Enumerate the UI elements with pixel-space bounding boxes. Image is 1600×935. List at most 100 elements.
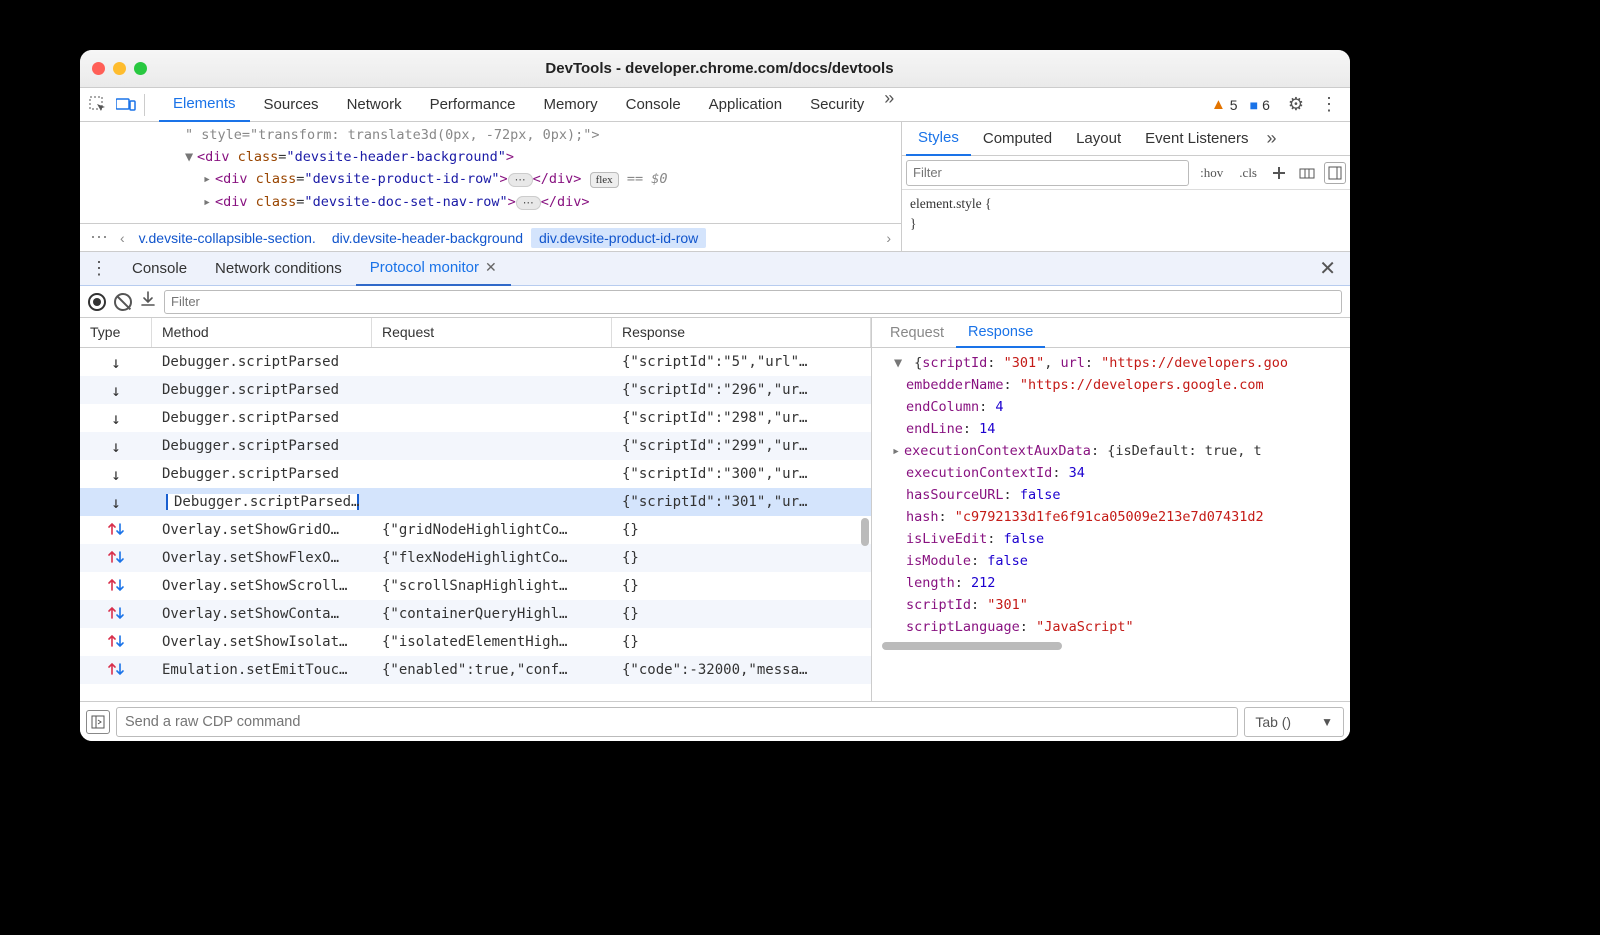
table-header: Type Method Request Response <box>80 318 871 348</box>
col-method[interactable]: Method <box>152 318 372 347</box>
settings-icon[interactable]: ⚙ <box>1282 94 1310 115</box>
traffic-lights <box>92 62 147 75</box>
details-tab-request[interactable]: Request <box>878 318 956 348</box>
received-icon: ↓ <box>111 381 121 400</box>
inspect-element-icon[interactable] <box>86 93 110 117</box>
details-tab-response[interactable]: Response <box>956 318 1045 348</box>
horizontal-scrollbar[interactable] <box>882 642 1062 650</box>
flex-badge[interactable]: flex <box>590 172 619 188</box>
protocol-filter-input[interactable] <box>164 290 1342 314</box>
tab-elements[interactable]: Elements <box>159 88 250 122</box>
close-drawer-icon[interactable]: ✕ <box>1305 256 1350 281</box>
tab-performance[interactable]: Performance <box>416 88 530 122</box>
dom-disclosure-icon[interactable]: ▸ <box>203 191 215 213</box>
styles-overflow-icon[interactable]: » <box>1261 128 1283 149</box>
table-row[interactable]: ↓Debugger.scriptParsed{"scriptId":"299",… <box>80 432 871 460</box>
tab-sources[interactable]: Sources <box>250 88 333 122</box>
sent-received-icon <box>107 521 125 539</box>
received-icon: ↓ <box>111 409 121 428</box>
styles-tabs: Styles Computed Layout Event Listeners » <box>902 122 1350 156</box>
table-row[interactable]: Overlay.setShowConta…{"containerQueryHig… <box>80 600 871 628</box>
table-row[interactable]: Overlay.setShowGridO…{"gridNodeHighlight… <box>80 516 871 544</box>
minimize-window-button[interactable] <box>113 62 126 75</box>
styles-tab-computed[interactable]: Computed <box>971 122 1064 156</box>
message-details-panel: Request Response ▼ {scriptId: "301", url… <box>872 318 1350 701</box>
close-window-button[interactable] <box>92 62 105 75</box>
dom-disclosure-icon[interactable]: ▸ <box>203 168 215 190</box>
scroll-left-icon[interactable]: ‹ <box>114 230 131 246</box>
breadcrumb-product-id-row[interactable]: div.devsite-product-id-row <box>531 228 706 248</box>
warnings-badge[interactable]: ▲ 5 <box>1211 96 1238 113</box>
drawer-tab-network-conditions[interactable]: Network conditions <box>201 252 356 286</box>
record-button[interactable] <box>88 293 106 311</box>
table-row[interactable]: Overlay.setShowScroll…{"scrollSnapHighli… <box>80 572 871 600</box>
received-icon: ↓ <box>111 437 121 456</box>
breadcrumb: ⋯ ‹ v.devsite-collapsible-section. div.d… <box>80 223 901 251</box>
expand-icon[interactable]: ▼ <box>894 352 906 374</box>
col-type[interactable]: Type <box>80 318 152 347</box>
device-mode-icon[interactable] <box>114 93 138 117</box>
table-row[interactable]: ↓Debugger.scriptParsed{"scriptId":"300",… <box>80 460 871 488</box>
clear-button[interactable] <box>114 293 132 311</box>
drawer-menu-icon[interactable]: ⋮ <box>80 258 118 279</box>
main-toolbar: Elements Sources Network Performance Mem… <box>80 88 1350 122</box>
received-icon: ↓ <box>111 353 121 372</box>
tab-console[interactable]: Console <box>612 88 695 122</box>
elements-panel: " style="transform: translate3d(0px, -72… <box>80 122 902 251</box>
styles-filter-input[interactable] <box>906 160 1189 186</box>
scrollbar-thumb[interactable] <box>861 518 869 546</box>
tab-security[interactable]: Security <box>796 88 878 122</box>
col-response[interactable]: Response <box>612 318 871 347</box>
tab-application[interactable]: Application <box>695 88 796 122</box>
received-icon: ↓ <box>111 493 121 512</box>
table-row[interactable]: Emulation.setEmitTouc…{"enabled":true,"c… <box>80 656 871 684</box>
tab-network[interactable]: Network <box>333 88 416 122</box>
close-tab-icon[interactable]: ✕ <box>485 259 497 276</box>
maximize-window-button[interactable] <box>134 62 147 75</box>
table-row[interactable]: ↓Debugger.scriptParsed{"scriptId":"296",… <box>80 376 871 404</box>
issues-badge[interactable]: ■ 6 <box>1250 97 1270 113</box>
drawer-tab-console[interactable]: Console <box>118 252 201 286</box>
rule-close: } <box>910 214 1342 234</box>
computed-sidebar-icon[interactable] <box>1324 162 1346 184</box>
cdp-command-input[interactable] <box>116 707 1238 737</box>
sent-received-icon <box>107 661 125 679</box>
dom-tree[interactable]: " style="transform: translate3d(0px, -72… <box>80 122 901 223</box>
hov-button[interactable]: :hov <box>1195 165 1228 181</box>
tab-memory[interactable]: Memory <box>529 88 611 122</box>
expand-icon[interactable]: ▸ <box>892 440 904 462</box>
table-row[interactable]: ↓Debugger.scriptParsed{"scriptId":"301",… <box>80 488 871 516</box>
breadcrumb-header-background[interactable]: div.devsite-header-background <box>324 228 531 248</box>
table-row[interactable]: ↓Debugger.scriptParsed{"scriptId":"298",… <box>80 404 871 432</box>
sent-received-icon <box>107 633 125 651</box>
table-row[interactable]: Overlay.setShowIsolat…{"isolatedElementH… <box>80 628 871 656</box>
chevron-down-icon: ▼ <box>1321 715 1333 729</box>
styles-tab-layout[interactable]: Layout <box>1064 122 1133 156</box>
expand-ellipsis-icon[interactable]: ⋯ <box>508 173 533 187</box>
flex-editor-icon[interactable] <box>1296 162 1318 184</box>
warnings-count: 5 <box>1230 97 1238 113</box>
expand-ellipsis-icon[interactable]: ⋯ <box>516 196 541 210</box>
tabs-overflow-icon[interactable]: » <box>878 88 900 122</box>
new-style-rule-icon[interactable] <box>1268 162 1290 184</box>
drawer-tab-protocol-monitor[interactable]: Protocol monitor ✕ <box>356 252 511 286</box>
main-tabs: Elements Sources Network Performance Mem… <box>159 88 900 122</box>
save-button[interactable] <box>140 291 156 312</box>
col-request[interactable]: Request <box>372 318 612 347</box>
styles-tab-styles[interactable]: Styles <box>906 122 971 156</box>
styles-rules[interactable]: element.style { } <box>902 190 1350 238</box>
table-row[interactable]: ↓Debugger.scriptParsed{"scriptId":"5","u… <box>80 348 871 376</box>
autocomplete-hint[interactable]: Tab () ▼ <box>1244 707 1344 737</box>
response-json-viewer[interactable]: ▼ {scriptId: "301", url: "https://develo… <box>872 348 1350 701</box>
breadcrumb-collapsible-section[interactable]: v.devsite-collapsible-section. <box>131 228 324 248</box>
selected-element-marker: == $0 <box>627 171 668 187</box>
scroll-right-icon[interactable]: › <box>880 230 897 246</box>
toggle-sidebar-icon[interactable] <box>86 710 110 734</box>
breadcrumb-overflow-left-icon[interactable]: ⋯ <box>84 227 114 248</box>
more-menu-icon[interactable]: ⋮ <box>1314 94 1344 115</box>
cls-button[interactable]: .cls <box>1234 165 1262 181</box>
sent-received-icon <box>107 605 125 623</box>
table-row[interactable]: Overlay.setShowFlexO…{"flexNodeHighlight… <box>80 544 871 572</box>
dom-disclosure-icon[interactable]: ▼ <box>185 146 197 168</box>
styles-tab-event-listeners[interactable]: Event Listeners <box>1133 122 1260 156</box>
